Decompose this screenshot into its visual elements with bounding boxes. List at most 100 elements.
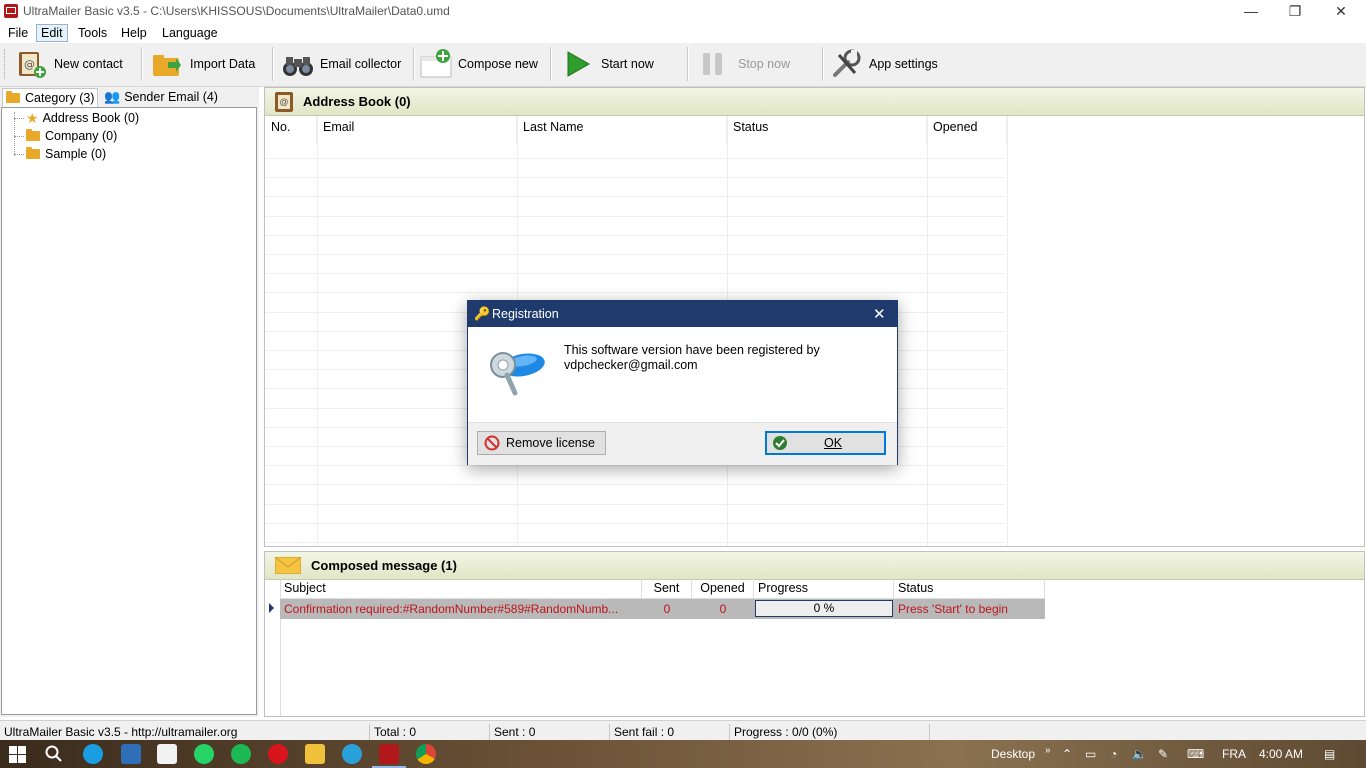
new-contact-button[interactable]: @ New contact	[16, 46, 123, 82]
mail-icon[interactable]	[121, 744, 141, 764]
file-explorer-icon[interactable]	[305, 744, 325, 764]
row-selector-column	[265, 579, 281, 716]
stop-now-label: Stop now	[738, 57, 791, 71]
column-header-status[interactable]: Status	[727, 116, 927, 144]
toolbar-separator	[413, 47, 415, 81]
toolbar: @ New contact Import Data Email collecto…	[0, 43, 1366, 87]
remove-license-button[interactable]: Remove license	[477, 431, 606, 455]
grid-line	[265, 177, 1005, 178]
tab-sender-email[interactable]: 👥 Sender Email (4)	[101, 88, 221, 106]
folder-icon	[6, 91, 20, 103]
edge-icon[interactable]	[83, 744, 103, 764]
store-icon[interactable]	[157, 744, 177, 764]
row-subject[interactable]: Confirmation required:#RandomNumber#589#…	[280, 599, 642, 619]
menu-file[interactable]: File	[4, 25, 32, 41]
address-book-icon: @	[275, 91, 293, 112]
status-app: UltraMailer Basic v3.5 - http://ultramai…	[0, 724, 370, 740]
new-contact-icon: @	[16, 49, 46, 79]
wifi-icon[interactable]: ◔	[1110, 746, 1117, 762]
menu-help[interactable]: Help	[117, 25, 151, 41]
toolbar-separator	[272, 47, 274, 81]
clock[interactable]: 4:00 AM	[1259, 746, 1303, 762]
grid-line	[265, 292, 1005, 293]
column-header-sent[interactable]: Sent	[642, 579, 692, 599]
column-header-email[interactable]: Email	[317, 116, 517, 144]
toolbar-expand-icon[interactable]: »	[1045, 743, 1051, 759]
menu-language[interactable]: Language	[158, 25, 222, 41]
dialog-message-line1: This software version have been register…	[564, 343, 820, 357]
category-tree: ★ Address Book (0) Company (0) Sample (0…	[1, 107, 257, 715]
chrome-icon[interactable]	[416, 744, 436, 764]
toolbar-grip[interactable]	[4, 49, 8, 79]
minimize-button[interactable]: —	[1228, 0, 1274, 23]
status-bar: UltraMailer Basic v3.5 - http://ultramai…	[0, 720, 1366, 741]
battery-icon[interactable]: ▭	[1085, 746, 1096, 762]
app-logo-icon	[4, 4, 18, 18]
grid-column-line	[1007, 116, 1008, 546]
volume-icon[interactable]: 🔈	[1132, 746, 1147, 762]
column-header-last-name[interactable]: Last Name	[517, 116, 727, 144]
email-collector-button[interactable]: Email collector	[282, 46, 401, 82]
dialog-close-button[interactable]: ✕	[873, 305, 886, 323]
tree-item-sample[interactable]: Sample (0)	[26, 145, 106, 163]
app-settings-button[interactable]: App settings	[831, 46, 938, 82]
ok-button[interactable]: OK	[765, 431, 886, 455]
column-header-progress[interactable]: Progress	[754, 579, 894, 599]
folder-icon	[26, 147, 40, 159]
row-opened[interactable]: 0	[692, 599, 754, 619]
opera-icon[interactable]	[268, 744, 288, 764]
menu-tools[interactable]: Tools	[74, 25, 111, 41]
search-icon[interactable]	[45, 745, 63, 763]
desktop-toolbar-label[interactable]: Desktop	[991, 746, 1035, 762]
import-data-button[interactable]: Import Data	[152, 46, 255, 82]
tree-item-company[interactable]: Company (0)	[26, 127, 117, 145]
column-header-opened[interactable]: Opened	[927, 116, 1007, 144]
row-status[interactable]: Press 'Start' to begin	[894, 599, 1045, 619]
toolbar-separator	[550, 47, 552, 81]
tree-line	[14, 154, 24, 155]
tab-sender-email-label: Sender Email (4)	[124, 90, 218, 104]
menu-edit[interactable]: Edit	[36, 24, 68, 42]
input-language[interactable]: FRA	[1222, 746, 1246, 762]
remove-license-label: Remove license	[506, 436, 595, 450]
taskbar: Desktop » ⌃ ▭ ◔ 🔈 ✎ ⌨ FRA 4:00 AM ▤	[0, 740, 1366, 768]
binoculars-icon	[282, 49, 313, 79]
dialog-title-bar: 🔑 Registration ✕	[468, 301, 897, 327]
grid-line	[265, 216, 1005, 217]
svg-text:@: @	[24, 58, 35, 71]
ultramailer-taskbar-icon[interactable]	[379, 744, 399, 764]
tree-item-address-book[interactable]: ★ Address Book (0)	[26, 109, 139, 127]
pen-icon[interactable]: ✎	[1158, 746, 1168, 762]
telegram-icon[interactable]	[342, 744, 362, 764]
compose-new-label: Compose new	[458, 57, 538, 71]
compose-new-button[interactable]: Compose new	[420, 46, 538, 82]
start-now-button[interactable]: Start now	[563, 46, 654, 82]
toolbar-separator	[141, 47, 143, 81]
email-collector-label: Email collector	[320, 57, 402, 71]
dialog-message-line2: vdpchecker@gmail.com	[564, 358, 698, 372]
composed-message-header: Composed message (1)	[265, 552, 1364, 580]
no-entry-icon	[484, 435, 500, 451]
column-header-no[interactable]: No.	[265, 116, 317, 144]
chevron-up-icon[interactable]: ⌃	[1062, 746, 1072, 762]
new-contact-label: New contact	[54, 57, 123, 71]
grid-column-line	[317, 116, 318, 546]
close-window-button[interactable]: ✕	[1318, 0, 1364, 23]
stop-now-button[interactable]: Stop now	[700, 46, 790, 82]
column-header-status[interactable]: Status	[894, 579, 1045, 599]
status-sent-fail: Sent fail : 0	[610, 724, 730, 740]
whatsapp-icon[interactable]	[194, 744, 214, 764]
keys-icon	[485, 341, 547, 397]
tab-category[interactable]: Category (3)	[2, 88, 99, 107]
row-sent[interactable]: 0	[642, 599, 692, 619]
keyboard-icon[interactable]: ⌨	[1187, 746, 1204, 762]
row-progress-cell[interactable]: 0 %	[754, 599, 894, 619]
column-header-subject[interactable]: Subject	[280, 579, 642, 599]
notifications-icon[interactable]: ▤	[1324, 746, 1335, 762]
windows-start-icon[interactable]	[9, 746, 26, 763]
column-header-opened[interactable]: Opened	[692, 579, 754, 599]
spotify-icon[interactable]	[231, 744, 251, 764]
tree-item-label: Company (0)	[45, 129, 118, 143]
maximize-button[interactable]: ❐	[1272, 0, 1318, 23]
tree-item-label: Sample (0)	[45, 147, 107, 161]
